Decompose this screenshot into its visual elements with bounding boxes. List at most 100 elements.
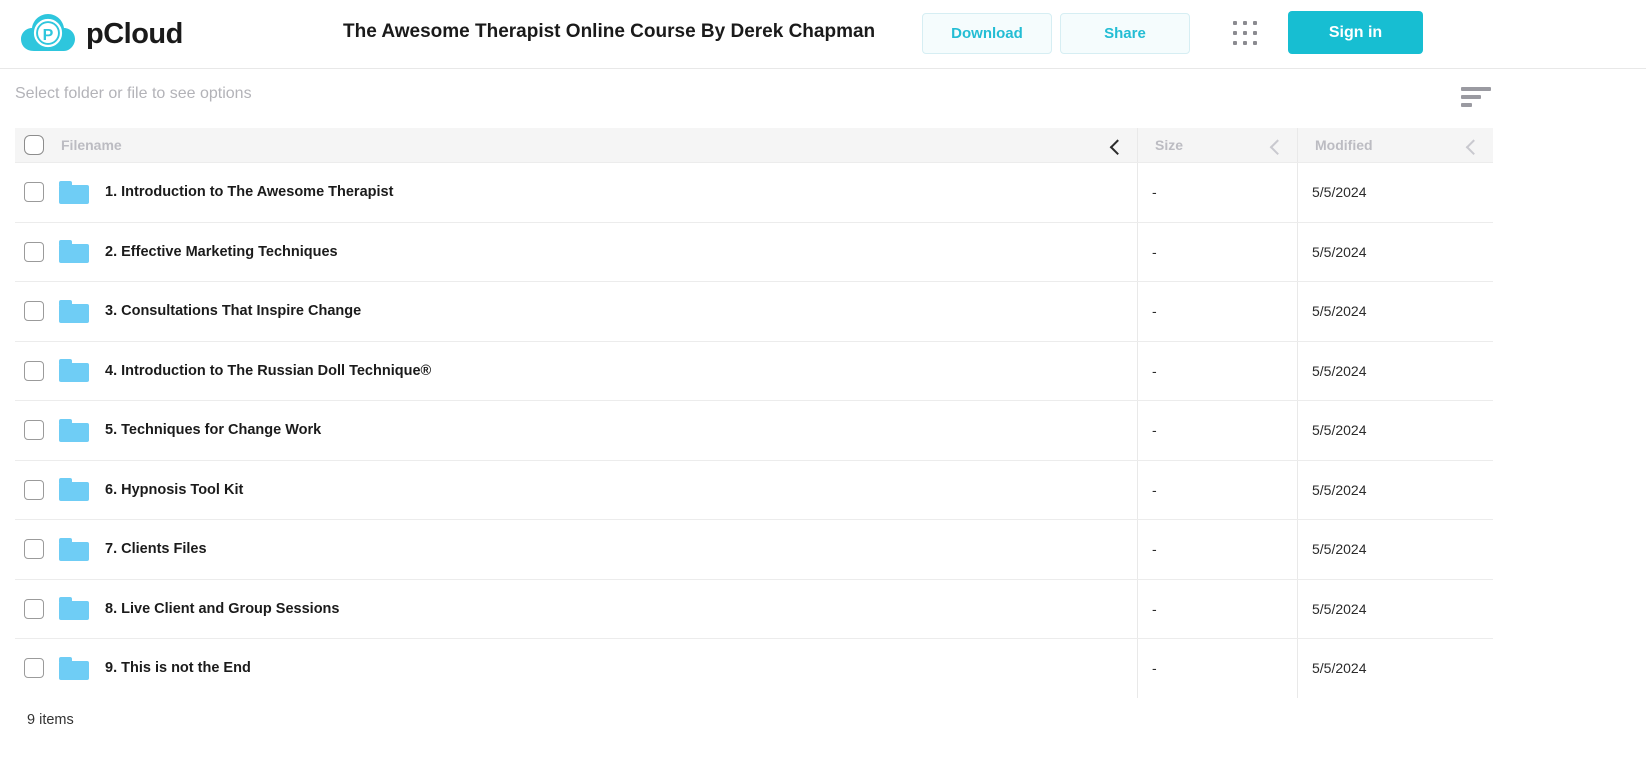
sort-line	[1461, 95, 1481, 99]
row-filename-label: 4. Introduction to The Russian Doll Tech…	[105, 362, 432, 379]
row-filename-cell[interactable]: 2. Effective Marketing Techniques	[15, 223, 1137, 282]
row-checkbox[interactable]	[24, 479, 44, 500]
row-filename-cell[interactable]: 8. Live Client and Group Sessions	[15, 580, 1137, 639]
row-modified-cell: 5/5/2024	[1297, 163, 1493, 222]
row-size-cell: -	[1137, 282, 1297, 341]
chevron-up-icon-modified[interactable]	[1465, 139, 1482, 155]
row-modified-label: 5/5/2024	[1312, 184, 1367, 201]
folder-icon	[59, 656, 89, 680]
row-size-cell: -	[1137, 401, 1297, 460]
row-checkbox[interactable]	[24, 658, 44, 679]
row-size-cell: -	[1137, 341, 1297, 400]
folder-body	[59, 184, 89, 204]
row-filename-cell[interactable]: 9. This is not the End	[15, 639, 1137, 698]
row-filename-cell[interactable]: 1. Introduction to The Awesome Therapist	[15, 163, 1137, 222]
table-row[interactable]: 6. Hypnosis Tool Kit - 5/5/2024	[15, 459, 1493, 520]
row-modified-label: 5/5/2024	[1312, 600, 1367, 617]
row-modified-cell: 5/5/2024	[1297, 520, 1493, 579]
folder-icon	[59, 299, 89, 323]
sort-lines-icon[interactable]	[1461, 87, 1495, 109]
row-modified-label: 5/5/2024	[1312, 481, 1367, 498]
sort-line	[1461, 103, 1472, 107]
row-size-cell: -	[1137, 460, 1297, 519]
row-checkbox[interactable]	[24, 420, 44, 441]
row-checkbox[interactable]	[24, 241, 44, 262]
folder-icon	[59, 478, 89, 502]
chevron-up-icon-size[interactable]	[1269, 139, 1286, 155]
row-size-label: -	[1152, 303, 1157, 320]
svg-text:P: P	[43, 27, 54, 44]
row-checkbox[interactable]	[24, 182, 44, 203]
table-row[interactable]: 3. Consultations That Inspire Change - 5/5…	[15, 281, 1493, 341]
row-modified-cell: 5/5/2024	[1297, 222, 1493, 281]
table-row[interactable]: 9. This is not the End - 5/5/2024	[15, 638, 1493, 698]
table-row[interactable]: 4. Introduction to The Russian Doll Tech…	[15, 340, 1493, 401]
row-size-label: -	[1152, 184, 1157, 201]
folder-icon	[59, 180, 89, 204]
grid-dot	[1233, 41, 1237, 45]
table-row[interactable]: 5. Techniques for Change Work - 5/5/2024	[15, 400, 1493, 460]
folder-body	[59, 541, 89, 561]
row-size-label: -	[1152, 243, 1157, 260]
row-filename-label: 1. Introduction to The Awesome Therapist	[105, 184, 394, 201]
row-size-label: -	[1152, 600, 1157, 617]
row-modified-cell: 5/5/2024	[1297, 460, 1493, 519]
row-size-label: -	[1152, 362, 1157, 379]
grid-dot	[1243, 21, 1247, 25]
grid-dot	[1233, 21, 1237, 25]
grid-dot	[1253, 41, 1257, 45]
folder-icon	[59, 597, 89, 621]
row-size-label: -	[1152, 541, 1157, 558]
grid-dot	[1253, 31, 1257, 35]
folder-icon	[59, 537, 89, 561]
table-row[interactable]: 8. Live Client and Group Sessions - 5/5/20…	[15, 578, 1493, 639]
row-checkbox[interactable]	[24, 598, 44, 619]
row-checkbox[interactable]	[24, 301, 44, 322]
folder-body	[59, 303, 89, 323]
selection-hint: Select folder or file to see options	[15, 85, 252, 102]
table-row[interactable]: 2. Effective Marketing Techniques - 5/5/20…	[15, 221, 1493, 282]
pcloud-cloud-logo-icon: P	[20, 11, 76, 57]
row-filename-label: 9. This is not the End	[105, 660, 251, 677]
row-filename-label: 5. Techniques for Change Work	[105, 422, 322, 439]
row-filename-label: 6. Hypnosis Tool Kit	[105, 481, 244, 498]
column-header-modified[interactable]: Modified	[1297, 128, 1493, 162]
row-modified-cell: 5/5/2024	[1297, 579, 1493, 638]
file-table: Filename Size Modified 1. Introduction t…	[15, 128, 1493, 698]
row-modified-cell: 5/5/2024	[1297, 282, 1493, 341]
row-filename-cell[interactable]: 3. Consultations That Inspire Change	[15, 282, 1137, 341]
table-row[interactable]: 1. Introduction to The Awesome Therapist…	[15, 162, 1493, 222]
row-size-cell: -	[1137, 163, 1297, 222]
column-header-size[interactable]: Size	[1137, 128, 1297, 162]
row-checkbox[interactable]	[24, 539, 44, 560]
row-modified-cell: 5/5/2024	[1297, 639, 1493, 698]
download-button[interactable]: Download	[922, 13, 1052, 54]
row-size-label: -	[1152, 481, 1157, 498]
table-header-row: Filename Size Modified	[15, 128, 1493, 162]
row-filename-label: 8. Live Client and Group Sessions	[105, 600, 340, 617]
row-filename-cell[interactable]: 4. Introduction to The Russian Doll Tech…	[15, 342, 1137, 401]
row-size-label: -	[1152, 422, 1157, 439]
column-header-filename[interactable]: Filename	[15, 128, 1137, 162]
row-modified-label: 5/5/2024	[1312, 422, 1367, 439]
share-button[interactable]: Share	[1060, 13, 1190, 54]
brand[interactable]: P pCloud	[20, 11, 183, 57]
table-row[interactable]: 7. Clients Files - 5/5/2024	[15, 519, 1493, 579]
row-filename-cell[interactable]: 7. Clients Files	[15, 520, 1137, 579]
row-modified-label: 5/5/2024	[1312, 660, 1367, 677]
row-modified-label: 5/5/2024	[1312, 303, 1367, 320]
folder-icon	[59, 359, 89, 383]
folder-body	[59, 244, 89, 264]
row-modified-cell: 5/5/2024	[1297, 341, 1493, 400]
folder-body	[59, 422, 89, 442]
row-checkbox[interactable]	[24, 360, 44, 381]
sign-in-button[interactable]: Sign in	[1288, 11, 1423, 54]
select-all-checkbox[interactable]	[24, 135, 44, 155]
row-size-label: -	[1152, 660, 1157, 677]
chevron-up-icon-filename[interactable]	[1109, 139, 1126, 155]
row-filename-cell[interactable]: 5. Techniques for Change Work	[15, 401, 1137, 460]
row-filename-label: 2. Effective Marketing Techniques	[105, 243, 338, 260]
row-modified-label: 5/5/2024	[1312, 243, 1367, 260]
row-filename-cell[interactable]: 6. Hypnosis Tool Kit	[15, 461, 1137, 520]
apps-grid-icon[interactable]	[1233, 21, 1259, 47]
